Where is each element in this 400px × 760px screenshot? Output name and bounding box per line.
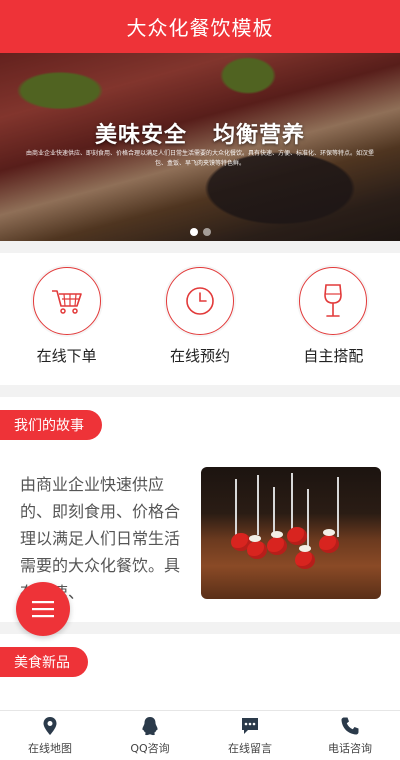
nav-message[interactable]: 在线留言 <box>200 711 300 760</box>
nav-phone[interactable]: 电话咨询 <box>300 711 400 760</box>
qq-icon <box>142 717 158 736</box>
menu-button[interactable] <box>16 582 70 636</box>
wine-glass-icon <box>299 267 368 335</box>
bottom-nav: 在线地图 QQ咨询 在线留言 电话咨询 <box>0 710 400 760</box>
top-header: 大众化餐饮模板 <box>0 0 400 53</box>
nav-label: QQ咨询 <box>130 742 170 755</box>
shopping-cart-icon <box>32 267 101 335</box>
new-food-section: 美食新品 <box>0 634 400 710</box>
nav-online-map[interactable]: 在线地图 <box>0 711 100 760</box>
feature-self-match[interactable]: 自主搭配 <box>267 253 400 385</box>
nav-label: 在线地图 <box>28 742 72 755</box>
new-food-section-tab[interactable]: 美食新品 <box>0 647 88 677</box>
feature-row: 在线下单 在线预约 自主搭配 <box>0 253 400 385</box>
nav-label: 在线留言 <box>228 742 272 755</box>
hero-banner[interactable]: 美味安全 均衡营养 由商业企业快速供应、即刻食用、价格合理以满足人们日常生活需要的… <box>0 53 400 241</box>
banner-title: 美味安全 均衡营养 <box>0 117 400 149</box>
message-icon <box>242 718 258 734</box>
feature-label: 在线预约 <box>169 347 230 365</box>
map-pin-icon <box>43 717 57 735</box>
feature-label: 自主搭配 <box>303 347 364 365</box>
banner-pagination <box>0 228 400 236</box>
feature-online-order[interactable]: 在线下单 <box>0 253 133 385</box>
story-image[interactable] <box>201 467 381 599</box>
banner-title-right: 均衡营养 <box>213 123 306 148</box>
nav-label: 电话咨询 <box>328 742 372 755</box>
phone-icon <box>341 717 359 735</box>
banner-subtitle: 由商业企业快速供应、即刻食用、价格合理以满足人们日常生活需要的大众化餐饮。具有快… <box>26 150 375 167</box>
nav-qq[interactable]: QQ咨询 <box>100 711 200 760</box>
banner-dot-2[interactable] <box>202 228 211 236</box>
banner-title-left: 美味安全 <box>94 123 187 148</box>
story-section-tab[interactable]: 我们的故事 <box>0 410 102 440</box>
feature-label: 在线下单 <box>36 347 97 365</box>
clock-icon <box>165 267 234 335</box>
page: 大众化餐饮模板 美味安全 均衡营养 由商业企业快速供应、即刻食用、价格合理以满足人… <box>0 0 400 760</box>
feature-online-booking[interactable]: 在线预约 <box>133 253 266 385</box>
menu-icon <box>32 601 54 618</box>
banner-dot-1[interactable] <box>189 228 198 236</box>
page-title: 大众化餐饮模板 <box>126 16 274 40</box>
